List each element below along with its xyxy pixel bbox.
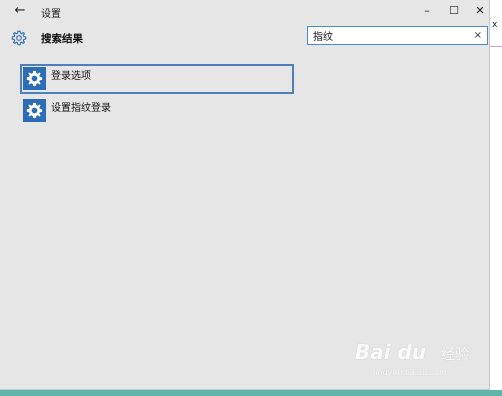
settings-window: ← 设置 – ☐ ✕ 搜索结果 × 登录选项 设置指纹登录 B: [0, 0, 490, 390]
watermark-url: jingyan.baidu.com: [373, 368, 447, 377]
minimize-button[interactable]: –: [416, 2, 438, 20]
divider: [490, 46, 502, 47]
result-label: 登录选项: [51, 71, 91, 82]
arrow-left-icon: ←: [14, 3, 26, 18]
search-box[interactable]: ×: [307, 26, 488, 45]
watermark-brand: 经验: [441, 347, 469, 363]
page-title: 搜索结果: [41, 33, 83, 45]
taskbar-edge: [0, 390, 502, 396]
result-item-set-up-fingerprint[interactable]: 设置指纹登录: [20, 96, 294, 126]
result-item-sign-in-options[interactable]: 登录选项: [20, 64, 294, 94]
result-label: 设置指纹登录: [51, 103, 111, 114]
close-icon[interactable]: ×: [474, 29, 482, 43]
search-input[interactable]: [313, 28, 463, 43]
maximize-button[interactable]: ☐: [443, 2, 465, 20]
close-icon: x: [492, 20, 498, 30]
background-window-edge: x: [490, 0, 502, 390]
window-title: 设置: [41, 9, 61, 20]
gear-icon: [11, 30, 27, 46]
close-window-button[interactable]: ✕: [469, 2, 491, 20]
title-bar: ← 设置 – ☐ ✕: [0, 0, 490, 22]
baidu-watermark: Bai du 经验 jingyan.baidu.com: [355, 340, 490, 384]
settings-tile: [23, 67, 46, 90]
back-button[interactable]: ←: [12, 3, 28, 19]
watermark-logo: Bai du: [355, 340, 427, 364]
gear-icon: [26, 102, 43, 119]
gear-icon: [26, 70, 43, 87]
settings-tile: [23, 99, 46, 122]
